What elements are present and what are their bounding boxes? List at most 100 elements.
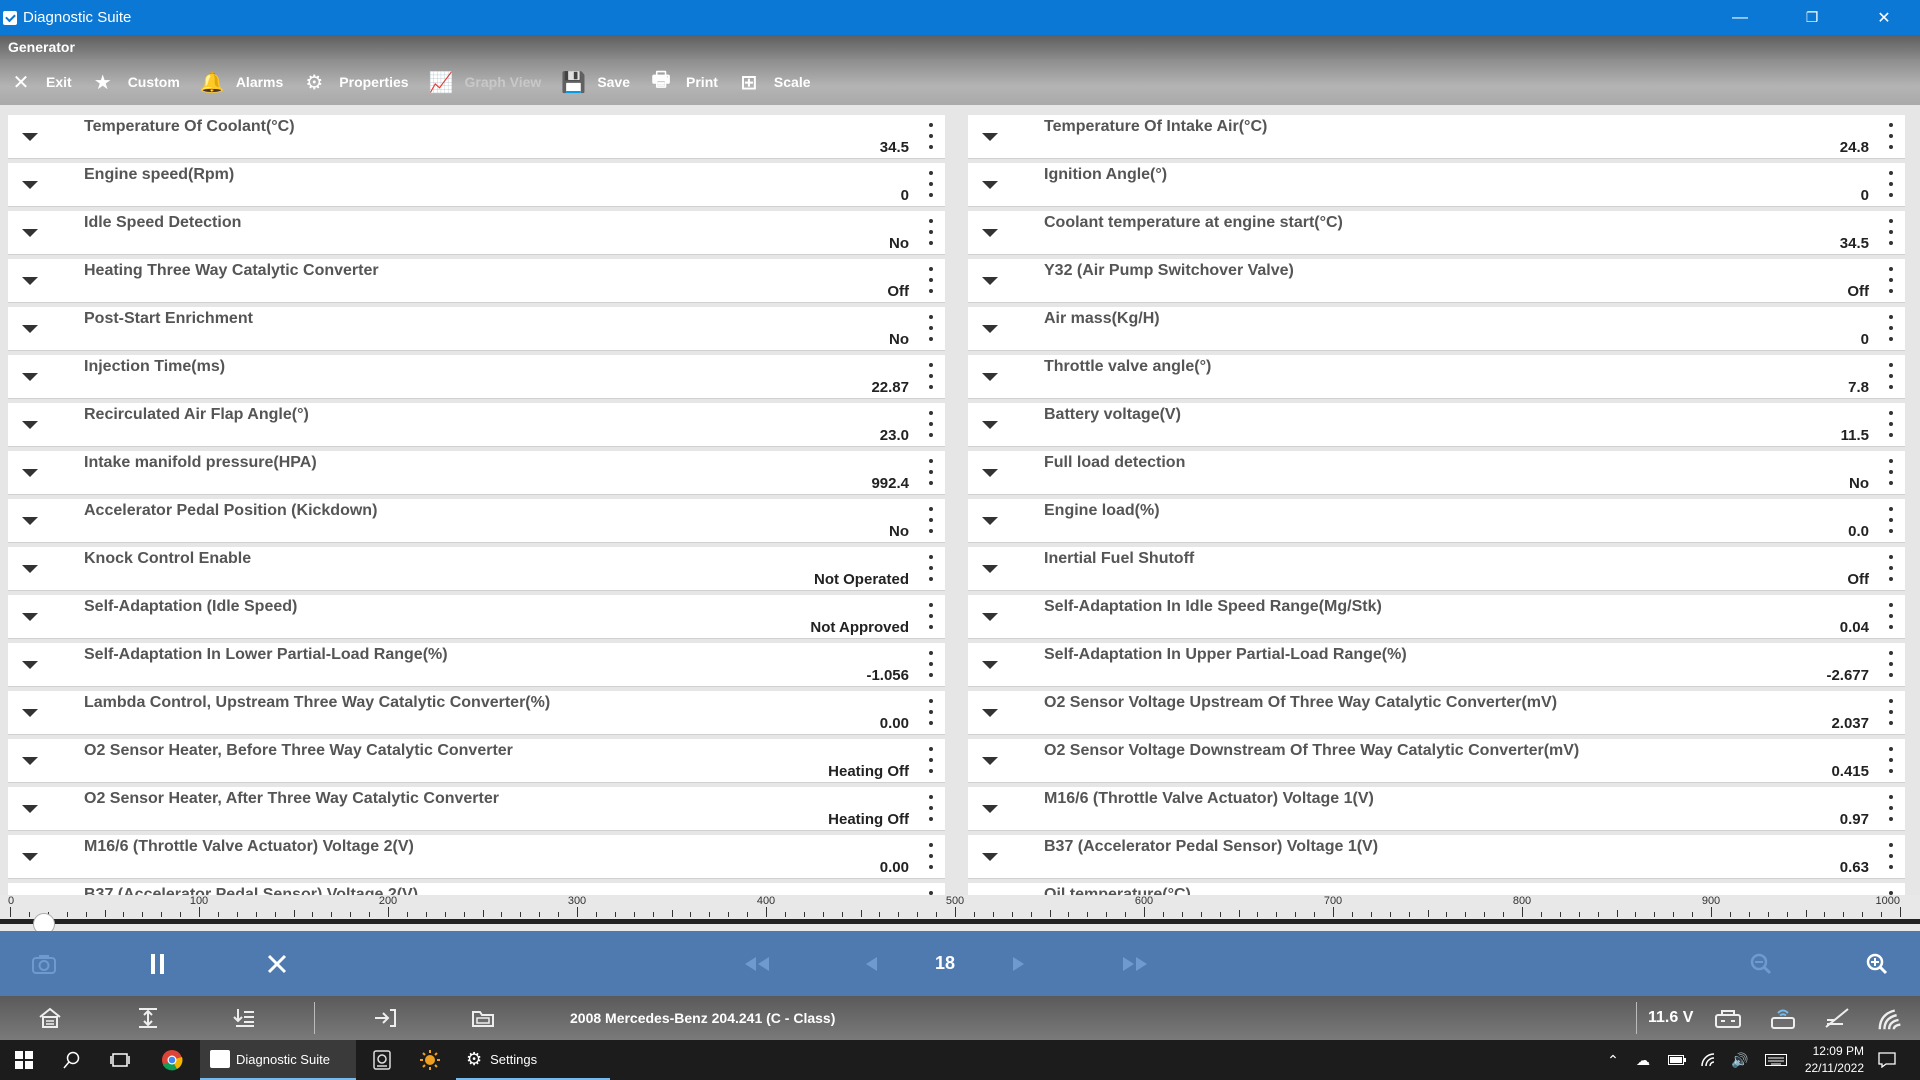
parameter-row[interactable]: Recirculated Air Flap Angle(°) 23.0 (8, 403, 945, 447)
onedrive-cloud-icon[interactable]: ☁ (1630, 1040, 1656, 1080)
more-options-icon[interactable] (925, 601, 937, 631)
folder-icon[interactable] (468, 1004, 498, 1032)
zoom-in-icon[interactable] (1862, 931, 1892, 996)
expand-arrow-icon[interactable] (22, 421, 38, 429)
parameter-row[interactable]: O2 Sensor Voltage Upstream Of Three Way … (968, 691, 1905, 735)
minimize-button[interactable]: — (1704, 0, 1776, 35)
expand-arrow-icon[interactable] (22, 853, 38, 861)
task-view-icon[interactable] (104, 1040, 136, 1080)
expand-arrow-icon[interactable] (982, 277, 998, 285)
parameter-row[interactable]: Self-Adaptation In Idle Speed Range(Mg/S… (968, 595, 1905, 639)
more-options-icon[interactable] (925, 409, 937, 439)
more-options-icon[interactable] (1885, 121, 1897, 151)
windows-start-icon[interactable] (8, 1040, 40, 1080)
expand-arrow-icon[interactable] (22, 181, 38, 189)
expand-arrow-icon[interactable] (982, 325, 998, 333)
expand-arrow-icon[interactable] (22, 325, 38, 333)
parameter-row[interactable]: Post-Start Enrichment No (8, 307, 945, 351)
more-options-icon[interactable] (1885, 505, 1897, 535)
more-options-icon[interactable] (925, 649, 937, 679)
exit-button[interactable]: ✕ Exit (0, 59, 82, 105)
graph-view-button[interactable]: 📈 Graph View (419, 59, 552, 105)
parameter-row[interactable]: Engine load(%) 0.0 (968, 499, 1905, 543)
scrub-track[interactable] (0, 919, 1920, 924)
parameter-row[interactable]: Oil temperature(°C) (968, 883, 1905, 895)
more-options-icon[interactable] (1885, 265, 1897, 295)
print-button[interactable]: 🖶 Print (640, 59, 728, 105)
parameter-row[interactable]: Y32 (Air Pump Switchover Valve) Off (968, 259, 1905, 303)
expand-arrow-icon[interactable] (982, 133, 998, 141)
parameter-row[interactable]: M16/6 (Throttle Valve Actuator) Voltage … (968, 787, 1905, 831)
expand-arrow-icon[interactable] (982, 517, 998, 525)
camera-icon[interactable] (26, 931, 62, 996)
parameter-row[interactable]: Engine speed(Rpm) 0 (8, 163, 945, 207)
show-hidden-icons-icon[interactable]: ⌃ (1600, 1040, 1626, 1080)
parameter-row[interactable]: Coolant temperature at engine start(°C) 3… (968, 211, 1905, 255)
parameter-row[interactable]: Heating Three Way Catalytic Converter Off (8, 259, 945, 303)
expand-arrow-icon[interactable] (982, 421, 998, 429)
pause-icon[interactable] (143, 931, 173, 996)
alarms-button[interactable]: 🔔 Alarms (190, 59, 293, 105)
expand-arrow-icon[interactable] (982, 805, 998, 813)
parameter-row[interactable]: Battery voltage(V) 11.5 (968, 403, 1905, 447)
expand-arrow-icon[interactable] (982, 757, 998, 765)
parameter-row[interactable]: Self-Adaptation (Idle Speed) Not Approved (8, 595, 945, 639)
expand-arrow-icon[interactable] (982, 373, 998, 381)
more-options-icon[interactable] (925, 121, 937, 151)
more-options-icon[interactable] (925, 169, 937, 199)
expand-arrow-icon[interactable] (22, 469, 38, 477)
diagnostic-tool-icon[interactable] (364, 1040, 400, 1080)
more-options-icon[interactable] (1885, 313, 1897, 343)
search-icon[interactable] (56, 1040, 88, 1080)
parameter-row[interactable]: Lambda Control, Upstream Three Way Catal… (8, 691, 945, 735)
zoom-out-icon[interactable] (1746, 931, 1776, 996)
parameter-row[interactable]: Knock Control Enable Not Operated (8, 547, 945, 591)
expand-arrow-icon[interactable] (22, 613, 38, 621)
parameter-row[interactable]: Idle Speed Detection No (8, 211, 945, 255)
parameter-row[interactable]: Ignition Angle(°) 0 (968, 163, 1905, 207)
more-options-icon[interactable] (925, 457, 937, 487)
more-options-icon[interactable] (1885, 553, 1897, 583)
keyboard-icon[interactable] (1763, 1040, 1789, 1080)
expand-arrow-icon[interactable] (22, 709, 38, 717)
step-forward-icon[interactable] (1006, 931, 1030, 996)
expand-arrow-icon[interactable] (22, 133, 38, 141)
taskbar-app-diagnostic-suite[interactable]: Diagnostic Suite (200, 1040, 356, 1080)
expand-arrow-icon[interactable] (982, 565, 998, 573)
parameter-row[interactable]: B37 (Accelerator Pedal Sensor) Voltage 2… (8, 883, 945, 895)
volume-icon[interactable]: 🔊 (1727, 1040, 1753, 1080)
home-icon[interactable] (35, 1004, 65, 1032)
network-icon[interactable] (1696, 1040, 1722, 1080)
parameter-row[interactable]: B37 (Accelerator Pedal Sensor) Voltage 1… (968, 835, 1905, 879)
more-options-icon[interactable] (1885, 793, 1897, 823)
expand-arrow-icon[interactable] (982, 709, 998, 717)
list-sort-icon[interactable] (229, 1004, 259, 1032)
more-options-icon[interactable] (925, 505, 937, 535)
expand-arrow-icon[interactable] (982, 661, 998, 669)
more-options-icon[interactable] (925, 697, 937, 727)
restore-button[interactable]: ❐ (1776, 0, 1848, 35)
step-backward-icon[interactable] (860, 931, 884, 996)
expand-arrow-icon[interactable] (22, 565, 38, 573)
save-button[interactable]: 💾 Save (551, 59, 640, 105)
more-options-icon[interactable] (1885, 841, 1897, 871)
more-options-icon[interactable] (925, 361, 937, 391)
parameter-row[interactable]: Injection Time(ms) 22.87 (8, 355, 945, 399)
expand-all-icon[interactable] (133, 1004, 163, 1032)
parameter-row[interactable]: Throttle valve angle(°) 7.8 (968, 355, 1905, 399)
expand-arrow-icon[interactable] (22, 805, 38, 813)
more-options-icon[interactable] (925, 745, 937, 775)
more-options-icon[interactable] (925, 553, 937, 583)
more-options-icon[interactable] (925, 265, 937, 295)
expand-arrow-icon[interactable] (22, 661, 38, 669)
properties-button[interactable]: ⚙ Properties (293, 59, 418, 105)
parameter-row[interactable]: Full load detection No (968, 451, 1905, 495)
more-options-icon[interactable] (1885, 409, 1897, 439)
parameter-row[interactable]: O2 Sensor Heater, After Three Way Cataly… (8, 787, 945, 831)
more-options-icon[interactable] (1885, 745, 1897, 775)
parameter-row[interactable]: Accelerator Pedal Position (Kickdown) No (8, 499, 945, 543)
more-options-icon[interactable] (1885, 601, 1897, 631)
more-options-icon[interactable] (1885, 697, 1897, 727)
parameter-row[interactable]: O2 Sensor Heater, Before Three Way Catal… (8, 739, 945, 783)
custom-button[interactable]: ★ Custom (82, 59, 190, 105)
